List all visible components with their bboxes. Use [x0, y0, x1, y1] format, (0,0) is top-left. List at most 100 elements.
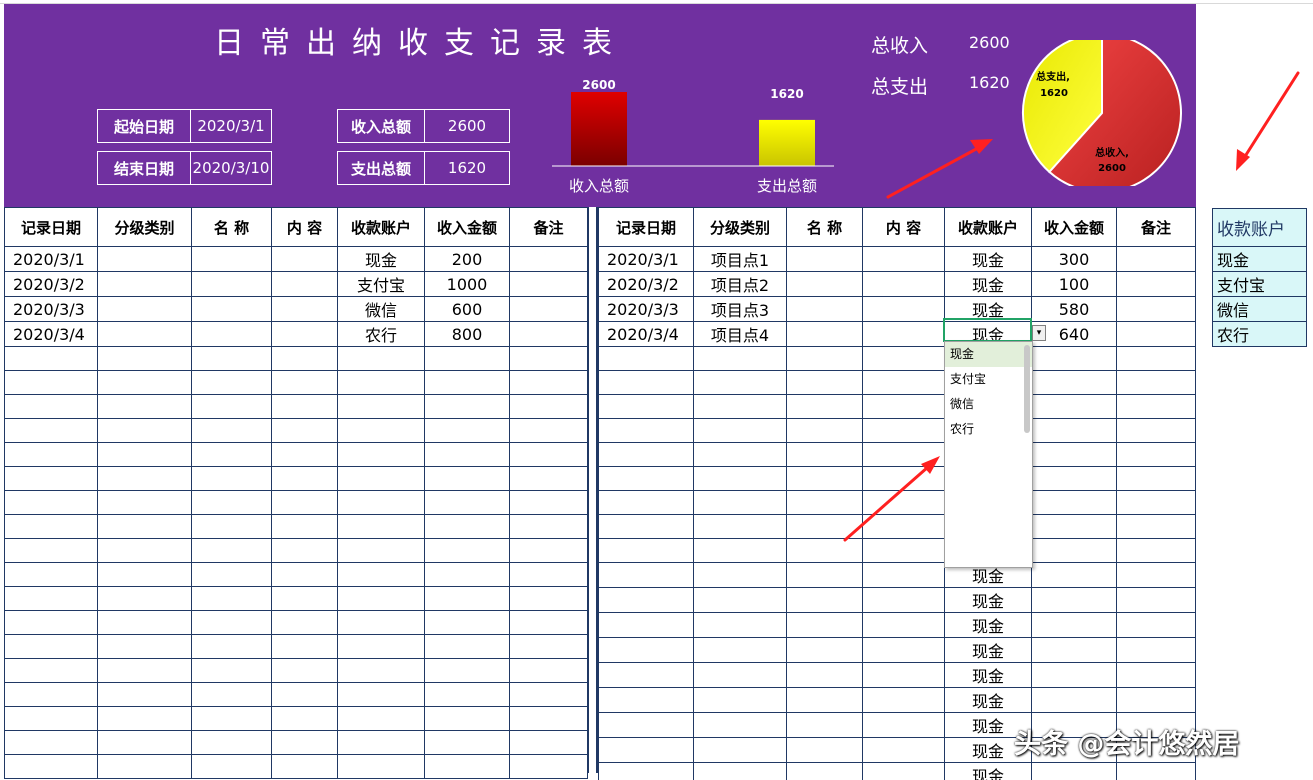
table-cell[interactable] — [862, 587, 945, 613]
table-cell[interactable] — [97, 346, 192, 371]
table-cell[interactable] — [1031, 490, 1117, 515]
table-cell[interactable] — [97, 562, 192, 587]
table-cell[interactable] — [1031, 612, 1117, 638]
table-cell[interactable] — [598, 762, 694, 780]
table-cell[interactable] — [271, 730, 338, 755]
table-cell[interactable] — [271, 538, 338, 563]
income-col-header[interactable]: 收款账户 — [337, 207, 425, 247]
table-cell[interactable] — [97, 538, 192, 563]
income-col-header[interactable]: 记录日期 — [4, 207, 98, 247]
table-cell[interactable] — [97, 418, 192, 443]
table-cell[interactable] — [4, 706, 98, 731]
table-cell[interactable] — [4, 466, 98, 491]
table-cell[interactable] — [598, 737, 694, 763]
table-cell[interactable] — [598, 466, 694, 491]
table-cell[interactable] — [1116, 490, 1196, 515]
table-cell[interactable] — [271, 394, 338, 419]
table-cell[interactable] — [786, 562, 863, 588]
table-cell[interactable] — [786, 687, 863, 713]
table-cell[interactable] — [786, 490, 863, 515]
table-cell[interactable] — [424, 442, 510, 467]
table-cell[interactable] — [862, 687, 945, 713]
table-cell[interactable] — [191, 634, 272, 659]
table-cell[interactable]: 现金 — [944, 246, 1032, 272]
table-cell[interactable] — [271, 442, 338, 467]
account-item[interactable]: 现金 — [1212, 246, 1307, 272]
table-cell[interactable] — [424, 418, 510, 443]
table-cell[interactable] — [509, 394, 588, 419]
table-cell[interactable] — [424, 682, 510, 707]
table-cell[interactable] — [424, 370, 510, 395]
table-cell[interactable] — [4, 394, 98, 419]
table-cell[interactable] — [337, 562, 425, 587]
table-cell[interactable] — [271, 490, 338, 515]
table-cell[interactable] — [4, 682, 98, 707]
table-cell[interactable] — [97, 658, 192, 683]
table-cell[interactable] — [97, 246, 192, 272]
table-cell[interactable] — [598, 712, 694, 738]
table-cell[interactable] — [862, 514, 945, 539]
table-cell[interactable] — [693, 612, 787, 638]
table-cell[interactable] — [191, 514, 272, 539]
table-cell[interactable] — [786, 737, 863, 763]
table-cell[interactable]: 项目点1 — [693, 246, 787, 272]
table-cell[interactable] — [4, 538, 98, 563]
table-cell[interactable] — [862, 394, 945, 419]
dropdown-option[interactable]: 现金 — [945, 342, 1032, 367]
table-cell[interactable] — [1031, 394, 1117, 419]
table-cell[interactable] — [1116, 271, 1196, 297]
table-cell[interactable] — [4, 658, 98, 683]
table-cell[interactable] — [191, 538, 272, 563]
table-cell[interactable] — [509, 514, 588, 539]
table-cell[interactable] — [271, 634, 338, 659]
table-cell[interactable] — [337, 370, 425, 395]
dropdown-option[interactable]: 农行 — [945, 417, 1032, 442]
table-cell[interactable] — [337, 754, 425, 779]
table-cell[interactable] — [598, 562, 694, 588]
table-cell[interactable] — [598, 662, 694, 688]
table-cell[interactable] — [424, 754, 510, 779]
table-cell[interactable] — [271, 754, 338, 779]
table-cell[interactable] — [1116, 370, 1196, 395]
table-cell[interactable]: 2020/3/2 — [4, 271, 98, 297]
table-cell[interactable] — [191, 246, 272, 272]
table-cell[interactable] — [1116, 637, 1196, 663]
table-cell[interactable]: 2020/3/1 — [598, 246, 694, 272]
income-col-header[interactable]: 内 容 — [271, 207, 338, 247]
table-cell[interactable] — [1116, 418, 1196, 443]
table-cell[interactable]: 600 — [424, 296, 510, 322]
table-cell[interactable] — [693, 514, 787, 539]
table-cell[interactable] — [4, 754, 98, 779]
table-cell[interactable] — [786, 418, 863, 443]
table-cell[interactable] — [97, 586, 192, 611]
table-cell[interactable] — [337, 466, 425, 491]
table-cell[interactable] — [598, 687, 694, 713]
table-cell[interactable] — [862, 637, 945, 663]
table-cell[interactable] — [191, 370, 272, 395]
table-cell[interactable] — [191, 754, 272, 779]
table-cell[interactable] — [97, 466, 192, 491]
account-item[interactable]: 微信 — [1212, 296, 1307, 322]
table-cell[interactable] — [271, 370, 338, 395]
table-cell[interactable] — [509, 634, 588, 659]
table-cell[interactable] — [693, 662, 787, 688]
table-cell[interactable] — [598, 346, 694, 371]
table-cell[interactable] — [4, 490, 98, 515]
table-cell[interactable] — [424, 346, 510, 371]
table-cell[interactable] — [862, 562, 945, 588]
table-cell[interactable]: 项目点3 — [693, 296, 787, 322]
table-cell[interactable]: 项目点4 — [693, 321, 787, 347]
table-cell[interactable] — [1031, 762, 1117, 780]
income-col-header[interactable]: 备注 — [509, 207, 588, 247]
table-cell[interactable] — [337, 442, 425, 467]
table-cell[interactable] — [97, 730, 192, 755]
table-cell[interactable] — [337, 730, 425, 755]
table-cell[interactable] — [424, 730, 510, 755]
table-cell[interactable] — [693, 762, 787, 780]
table-cell[interactable] — [4, 514, 98, 539]
table-cell[interactable]: 现金 — [337, 246, 425, 272]
table-cell[interactable]: 2020/3/1 — [4, 246, 98, 272]
table-cell[interactable] — [271, 682, 338, 707]
table-cell[interactable] — [1031, 662, 1117, 688]
table-cell[interactable] — [191, 706, 272, 731]
